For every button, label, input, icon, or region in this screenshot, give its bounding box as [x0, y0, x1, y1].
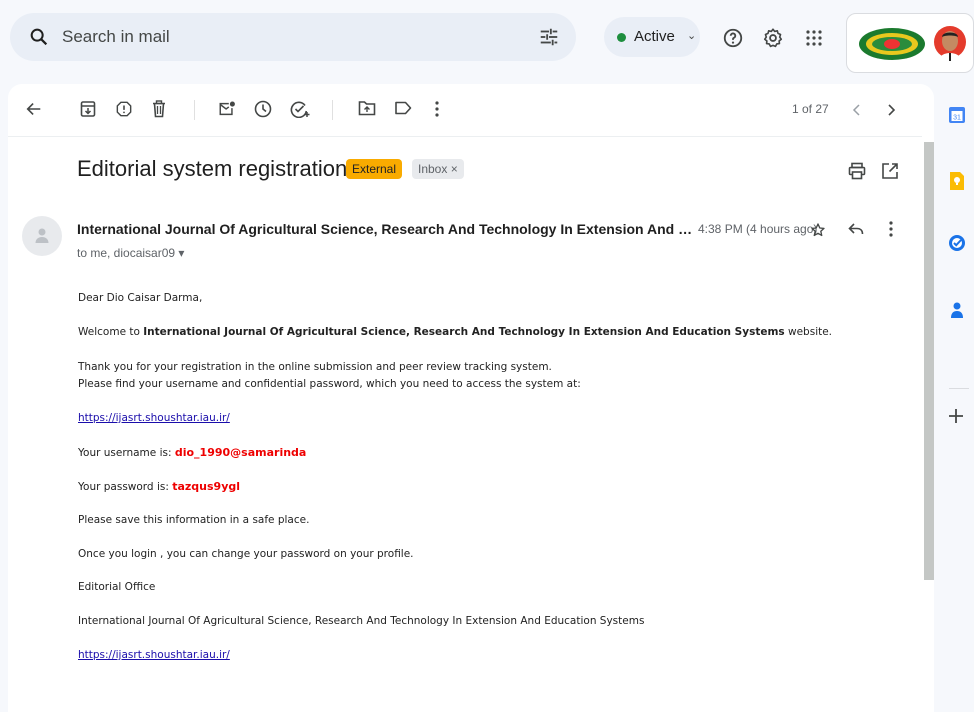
print-icon[interactable] [848, 162, 866, 180]
search-input[interactable]: Search in mail [62, 27, 170, 47]
signature-journal: International Journal Of Agricultural Sc… [78, 615, 645, 627]
sender-avatar[interactable] [22, 216, 62, 256]
chevron-down-icon: ⌄ [687, 30, 697, 42]
password-line: Your password is: tazqus9ygl [78, 480, 240, 493]
thanks-text: Thank you for your registration in the o… [78, 361, 552, 373]
keep-notes-icon[interactable] [948, 171, 966, 191]
signature-office: Editorial Office [78, 581, 156, 593]
message-more-icon[interactable] [888, 220, 894, 238]
newer-chevron-icon[interactable] [852, 104, 862, 116]
tasks-icon[interactable] [948, 234, 966, 252]
welcome-suffix: website. [784, 326, 833, 338]
account-switcher[interactable] [846, 13, 974, 73]
report-spam-icon[interactable] [116, 100, 132, 118]
message-subject: Editorial system registration [77, 156, 348, 181]
status-selector[interactable]: Active ⌄ [604, 17, 700, 57]
add-addon-plus-icon[interactable] [948, 408, 964, 424]
archive-icon[interactable] [80, 100, 96, 118]
move-to-folder-icon[interactable] [358, 100, 376, 116]
inbox-label-badge[interactable]: Inbox × [412, 159, 464, 179]
sender-name[interactable]: International Journal Of Agricultural Sc… [77, 221, 693, 237]
apps-grid-icon[interactable] [805, 29, 823, 47]
search-bar[interactable]: Search in mail [10, 13, 576, 61]
save-info-text: Please save this information in a safe p… [78, 514, 310, 526]
toolbar-divider [194, 100, 195, 120]
calendar-icon[interactable]: 31 [948, 106, 966, 124]
older-chevron-icon[interactable] [886, 104, 896, 116]
open-new-window-icon[interactable] [881, 162, 899, 180]
password-label: Your password is: [78, 481, 173, 493]
password-value: tazqus9ygl [172, 480, 241, 493]
toolbar-divider [332, 100, 333, 120]
active-status-dot [617, 33, 626, 42]
label-icon[interactable] [394, 100, 412, 116]
username-label: Your username is: [78, 447, 175, 459]
search-icon[interactable] [28, 26, 50, 48]
back-arrow-icon[interactable] [25, 100, 43, 118]
delete-trash-icon[interactable] [152, 100, 166, 118]
message-view: 1 of 27 Editorial system registration Ex… [8, 84, 934, 712]
help-icon[interactable] [722, 27, 744, 49]
welcome-prefix: Welcome to [78, 326, 144, 338]
toolbar-divider-line [8, 136, 922, 137]
message-timestamp: 4:38 PM (4 hours ago) [698, 222, 818, 236]
greeting-text: Dear Dio Caisar Darma, [78, 292, 203, 304]
instructions-text: Please find your username and confidenti… [78, 378, 581, 390]
system-link[interactable]: https://ijasrt.shoushtar.iau.ir/ [78, 412, 230, 424]
snooze-clock-icon[interactable] [254, 100, 272, 118]
more-options-icon[interactable] [434, 100, 440, 118]
person-placeholder-icon [35, 228, 49, 243]
username-line: Your username is: dio_1990@samarinda [78, 446, 306, 459]
add-to-tasks-icon[interactable] [290, 100, 310, 118]
search-options-icon[interactable] [538, 26, 560, 48]
status-label: Active [634, 28, 675, 45]
message-scrollbar[interactable] [924, 142, 934, 580]
contacts-icon[interactable] [948, 301, 966, 319]
external-label-badge[interactable]: External [346, 159, 403, 179]
message-toolbar: 1 of 27 [8, 84, 934, 136]
signature-link[interactable]: https://ijasrt.shoushtar.iau.ir/ [78, 649, 230, 661]
profile-avatar[interactable] [933, 25, 967, 63]
welcome-journal-name: International Journal Of Agricultural Sc… [143, 326, 785, 338]
organization-logo [859, 28, 925, 60]
pagination-count: 1 of 27 [792, 102, 829, 116]
rail-divider [949, 388, 969, 389]
reply-icon[interactable] [848, 222, 864, 236]
recipients-toggle[interactable]: to me, diocaisar09 ▾ [77, 246, 184, 260]
username-value: dio_1990@samarinda [174, 446, 307, 459]
settings-gear-icon[interactable] [762, 27, 784, 49]
star-icon[interactable] [810, 222, 826, 238]
change-password-text: Once you login , you can change your pas… [78, 548, 414, 560]
mark-unread-icon[interactable] [218, 100, 236, 118]
calendar-day: 31 [953, 115, 961, 122]
side-panel-rail: 31 [940, 84, 974, 712]
welcome-text: Welcome to International Journal Of Agri… [78, 326, 832, 338]
